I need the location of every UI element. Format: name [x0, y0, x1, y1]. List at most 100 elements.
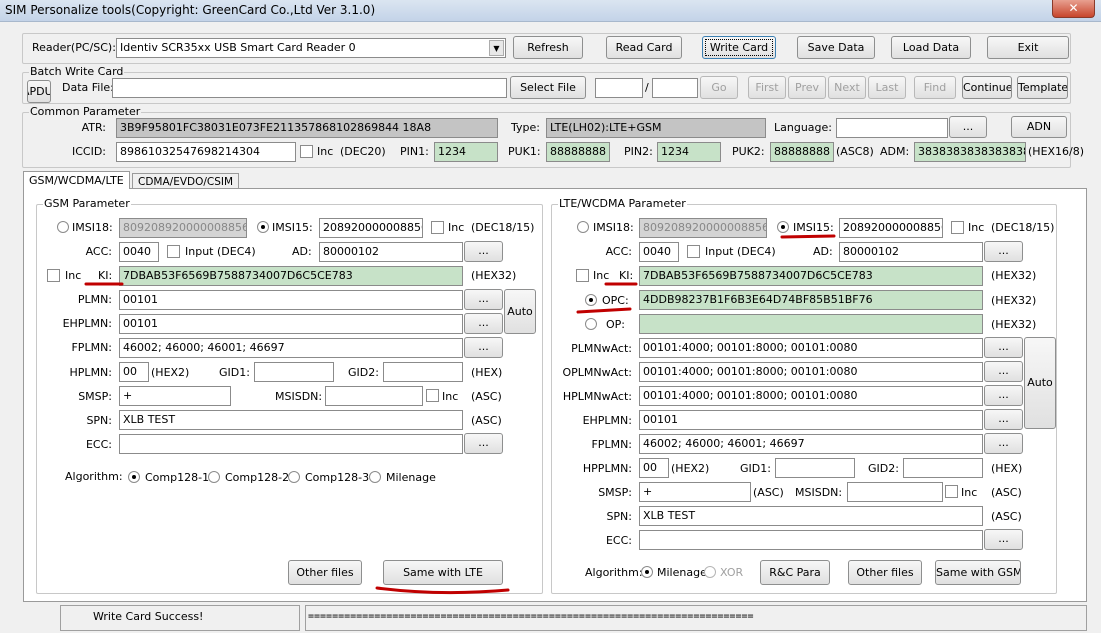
puk2-input[interactable]: 88888888 — [770, 142, 834, 162]
gsm-fplmn-input[interactable]: 46002; 46000; 46001; 46697 — [119, 338, 463, 358]
adm-input[interactable]: 3838383838383838 — [914, 142, 1026, 162]
gsm-comp128-1-radio[interactable] — [128, 471, 140, 483]
lte-spn-input[interactable]: XLB TEST — [639, 506, 983, 526]
gsm-imsi15-input[interactable]: 208920000008856 — [319, 218, 423, 238]
close-icon[interactable]: ✕ — [1052, 0, 1095, 18]
template-button[interactable]: Template — [1017, 76, 1068, 99]
lte-plmnwact-input[interactable]: 00101:4000; 00101:8000; 00101:0080 — [639, 338, 983, 358]
lte-smsp-input[interactable]: + — [639, 482, 751, 502]
gsm-ehplmn-input[interactable]: 00101 — [119, 314, 463, 334]
lte-gid2-input[interactable] — [903, 458, 983, 478]
same-with-lte-button[interactable]: Same with LTE — [383, 560, 503, 585]
gsm-comp128-3-radio[interactable] — [288, 471, 300, 483]
gsm-plmn-input[interactable]: 00101 — [119, 290, 463, 310]
load-data-button[interactable]: Load Data — [891, 36, 971, 59]
lte-imsi18-radio[interactable] — [577, 221, 589, 233]
adn-button[interactable]: ADN — [1011, 116, 1067, 138]
next-button[interactable]: Next — [828, 76, 866, 99]
gsm-smsp-input[interactable]: + — [119, 386, 231, 406]
lte-milenage-radio[interactable] — [641, 566, 653, 578]
gsm-acc-input[interactable]: 0040 — [119, 242, 159, 262]
gsm-ecc-browse-button[interactable]: ... — [464, 433, 503, 454]
language-input[interactable] — [836, 118, 948, 138]
save-data-button[interactable]: Save Data — [797, 36, 875, 59]
gsm-msisdn-input[interactable] — [325, 386, 423, 406]
lte-ki-inc-checkbox[interactable] — [576, 269, 589, 282]
gsm-auto-button[interactable]: Auto — [504, 289, 536, 334]
pin1-input[interactable]: 1234 — [434, 142, 498, 162]
write-card-button[interactable]: Write Card — [702, 36, 776, 59]
lte-ecc-input[interactable] — [639, 530, 983, 550]
gsm-milenage-radio[interactable] — [369, 471, 381, 483]
lte-op-radio[interactable] — [585, 318, 597, 330]
lte-msisdn-inc-checkbox[interactable] — [945, 485, 958, 498]
puk1-input[interactable]: 88888888 — [546, 142, 610, 162]
lte-input-dec4-checkbox[interactable] — [687, 245, 700, 258]
reader-select[interactable]: Identiv SCR35xx USB Smart Card Reader 0 … — [116, 38, 506, 58]
select-file-button[interactable]: Select File — [510, 76, 586, 99]
gsm-ad-input[interactable]: 80000102 — [319, 242, 463, 262]
continue-button[interactable]: Continue — [962, 76, 1012, 99]
lte-hpplmn-input[interactable]: 00 — [639, 458, 669, 478]
gsm-ad-browse-button[interactable]: ... — [464, 241, 503, 262]
lte-opc-input[interactable]: 4DDB98237B1F6B3E64D74BF85B51BF76 — [639, 290, 983, 310]
pin2-input[interactable]: 1234 — [657, 142, 721, 162]
lte-fplmn-browse-button[interactable]: ... — [984, 433, 1023, 454]
first-button[interactable]: First — [748, 76, 786, 99]
gsm-imsi-inc-checkbox[interactable] — [431, 221, 444, 234]
lte-ecc-browse-button[interactable]: ... — [984, 529, 1023, 550]
gsm-ki-inc-checkbox[interactable] — [47, 269, 60, 282]
lte-msisdn-input[interactable] — [847, 482, 943, 502]
gsm-imsi18-radio[interactable] — [57, 221, 69, 233]
gsm-input-dec4-checkbox[interactable] — [167, 245, 180, 258]
lte-xor-radio[interactable] — [704, 566, 716, 578]
gsm-hplmn-input[interactable]: 00 — [119, 362, 149, 382]
gsm-msisdn-inc-checkbox[interactable] — [426, 389, 439, 402]
iccid-inc-checkbox[interactable] — [300, 145, 313, 158]
iccid-input[interactable]: 89861032547698214304 — [116, 142, 296, 162]
lte-oplmnwact-browse-button[interactable]: ... — [984, 361, 1023, 382]
gsm-other-files-button[interactable]: Other files — [288, 560, 362, 585]
tab-cdma-evdo-csim[interactable]: CDMA/EVDO/CSIM — [132, 173, 240, 189]
gsm-gid2-input[interactable] — [383, 362, 463, 382]
gsm-ehplmn-browse-button[interactable]: ... — [464, 313, 503, 334]
lte-ad-input[interactable]: 80000102 — [839, 242, 983, 262]
data-file-input[interactable] — [112, 78, 507, 98]
rc-para-button[interactable]: R&C Para — [760, 560, 830, 585]
lte-ki-input[interactable]: 7DBAB53F6569B7588734007D6C5CE783 — [639, 266, 983, 286]
lte-imsi15-radio[interactable] — [777, 221, 789, 233]
gsm-imsi18-input[interactable]: 809208920000008856 — [119, 218, 247, 238]
language-browse-button[interactable]: ... — [949, 116, 987, 138]
lte-ehplmn-input[interactable]: 00101 — [639, 410, 983, 430]
tab-gsm-wcdma-lte[interactable]: GSM/WCDMA/LTE — [23, 171, 130, 189]
gsm-spn-input[interactable]: XLB TEST — [119, 410, 463, 430]
refresh-button[interactable]: Refresh — [513, 36, 583, 59]
gsm-plmn-browse-button[interactable]: ... — [464, 289, 503, 310]
lte-imsi18-input[interactable]: 809208920000008856 — [639, 218, 767, 238]
lte-op-input[interactable] — [639, 314, 983, 334]
gsm-imsi15-radio[interactable] — [257, 221, 269, 233]
lte-plmnwact-browse-button[interactable]: ... — [984, 337, 1023, 358]
lte-fplmn-input[interactable]: 46002; 46000; 46001; 46697 — [639, 434, 983, 454]
last-button[interactable]: Last — [868, 76, 906, 99]
find-button[interactable]: Find — [914, 76, 956, 99]
lte-ad-browse-button[interactable]: ... — [984, 241, 1023, 262]
lte-auto-button[interactable]: Auto — [1024, 337, 1056, 429]
lte-hplmnwact-input[interactable]: 00101:4000; 00101:8000; 00101:0080 — [639, 386, 983, 406]
gsm-gid1-input[interactable] — [254, 362, 334, 382]
go-button[interactable]: Go — [700, 76, 738, 99]
batch-total-input[interactable] — [652, 78, 698, 98]
apdu-button[interactable]: APDU — [27, 80, 51, 103]
chevron-down-icon[interactable]: ▼ — [489, 40, 504, 56]
batch-index-input[interactable] — [595, 78, 643, 98]
gsm-comp128-2-radio[interactable] — [208, 471, 220, 483]
lte-ehplmn-browse-button[interactable]: ... — [984, 409, 1023, 430]
lte-imsi15-input[interactable]: 208920000008856 — [839, 218, 943, 238]
lte-hplmnwact-browse-button[interactable]: ... — [984, 385, 1023, 406]
exit-button[interactable]: Exit — [987, 36, 1069, 59]
lte-acc-input[interactable]: 0040 — [639, 242, 679, 262]
lte-imsi-inc-checkbox[interactable] — [951, 221, 964, 234]
gsm-ecc-input[interactable] — [119, 434, 463, 454]
read-card-button[interactable]: Read Card — [606, 36, 682, 59]
prev-button[interactable]: Prev — [788, 76, 826, 99]
